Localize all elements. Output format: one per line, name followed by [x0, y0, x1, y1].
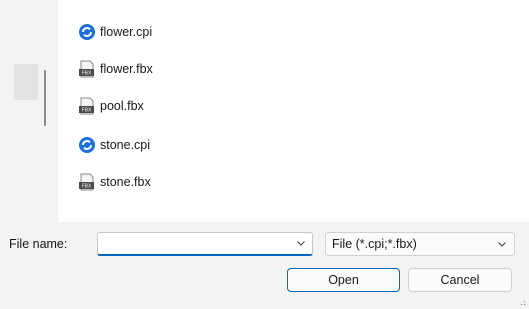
cpi-file-icon — [79, 137, 95, 153]
file-name: stone.fbx — [100, 175, 151, 189]
file-name-combobox[interactable] — [97, 232, 313, 256]
file-type-value: File (*.cpi;*.fbx) — [332, 237, 417, 251]
list-item[interactable]: flower.cpi — [78, 20, 152, 44]
dialog-footer: File name: File (*.cpi;*.fbx) Open Cance… — [0, 222, 529, 309]
file-name-label: File name: — [9, 237, 68, 251]
chevron-down-icon — [498, 242, 506, 247]
list-item[interactable]: FBX stone.fbx — [78, 170, 151, 194]
file-name: flower.cpi — [100, 25, 153, 39]
nav-scrollbar-thumb[interactable] — [44, 70, 46, 126]
svg-text:FBX: FBX — [82, 71, 92, 77]
list-item[interactable]: stone.cpi — [78, 133, 150, 157]
chevron-down-icon[interactable] — [296, 238, 306, 248]
fbx-file-icon: FBX — [79, 60, 94, 78]
file-name: pool.fbx — [100, 99, 144, 113]
fbx-file-icon: FBX — [79, 173, 94, 191]
svg-text:FBX: FBX — [82, 184, 92, 190]
file-name: flower.fbx — [100, 62, 153, 76]
cancel-button[interactable]: Cancel — [408, 268, 512, 292]
open-button[interactable]: Open — [287, 268, 400, 292]
resize-grip-icon[interactable] — [516, 296, 526, 306]
file-type-select[interactable]: File (*.cpi;*.fbx) — [325, 232, 515, 256]
file-name: stone.cpi — [100, 138, 151, 152]
svg-text:FBX: FBX — [82, 108, 92, 114]
cpi-file-icon — [79, 24, 95, 40]
file-name-input[interactable] — [102, 233, 296, 255]
list-item[interactable]: FBX flower.fbx — [78, 57, 153, 81]
file-list: flower.cpi FBX flower.fbx FBX pool.fbx s… — [58, 0, 529, 222]
nav-selected-item[interactable] — [14, 64, 38, 100]
fbx-file-icon: FBX — [79, 97, 94, 115]
list-item[interactable]: FBX pool.fbx — [78, 94, 144, 118]
navigation-pane — [0, 0, 40, 222]
